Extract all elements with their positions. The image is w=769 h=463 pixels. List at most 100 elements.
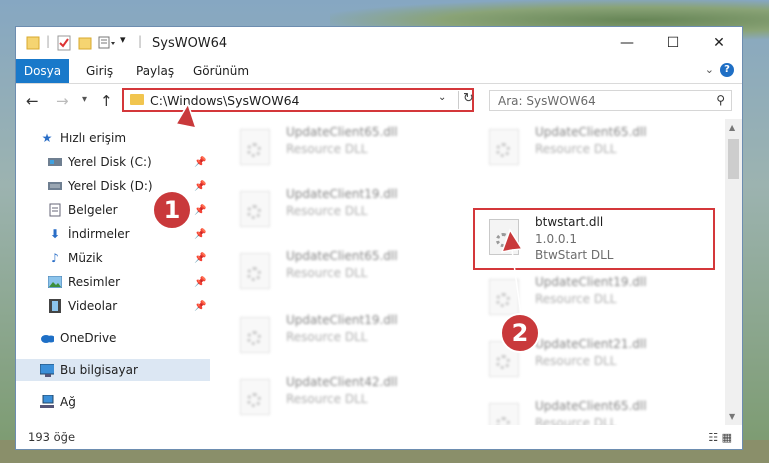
file-name: UpdateClient65.dll	[286, 125, 398, 139]
pictures-icon	[48, 275, 62, 289]
pin-icon[interactable]: 📌	[194, 229, 206, 240]
search-input[interactable]: Ara: SysWOW64	[498, 94, 596, 108]
documents-icon	[48, 203, 62, 217]
folder-icon	[26, 36, 40, 50]
pin-icon[interactable]: 📌	[194, 181, 206, 192]
dll-file-icon	[240, 129, 270, 165]
file-name: UpdateClient19.dll	[286, 187, 398, 201]
tab-file[interactable]: Dosya	[16, 59, 69, 83]
scrollbar-thumb[interactable]	[728, 139, 739, 179]
file-description: Resource DLL	[286, 392, 368, 406]
pin-icon[interactable]: 📌	[194, 301, 206, 312]
computer-icon	[40, 363, 54, 377]
highlight-box	[473, 208, 715, 270]
file-name: UpdateClient65.dll	[535, 125, 647, 139]
file-description: Resource DLL	[286, 204, 368, 218]
star-icon: ★	[41, 131, 53, 145]
file-description: Resource DLL	[286, 330, 368, 344]
maximize-button[interactable]: ☐	[650, 27, 696, 59]
vertical-scrollbar[interactable]: ▲ ▼	[725, 119, 742, 425]
sidebar-item-quick-access[interactable]: ★ Hızlı erişim	[16, 127, 210, 149]
file-description: Resource DLL	[535, 292, 617, 306]
file-description: Resource DLL	[535, 416, 617, 425]
minimize-button[interactable]: —	[604, 27, 650, 59]
dll-file-icon	[240, 317, 270, 353]
scroll-up-icon[interactable]: ▲	[729, 123, 735, 132]
dll-file-icon	[489, 279, 519, 315]
file-item[interactable]: UpdateClient65.dll Resource DLL	[226, 247, 452, 297]
tab-home[interactable]: Giriş	[86, 64, 113, 78]
toolbar-separator: |	[46, 34, 51, 48]
sidebar-item-label: Videolar	[68, 299, 118, 313]
tab-share[interactable]: Paylaş	[136, 64, 174, 78]
file-name: UpdateClient19.dll	[286, 313, 398, 327]
folder-icon	[130, 94, 144, 105]
step-badge-2: 2	[500, 313, 540, 353]
item-count: 193 öğe	[28, 430, 76, 444]
toolbar-separator: |	[138, 34, 143, 48]
title-bar: | ▾ | SysWOW64 — ☐ ✕	[16, 27, 742, 59]
sidebar-item-network[interactable]: Ağ	[16, 391, 210, 413]
file-item[interactable]: UpdateClient19.dll Resource DLL	[226, 311, 452, 361]
file-description: Resource DLL	[535, 354, 617, 368]
sidebar-item-onedrive[interactable]: OneDrive	[16, 327, 210, 349]
sidebar-item-label: Hızlı erişim	[60, 131, 127, 145]
file-name: UpdateClient21.dll	[535, 337, 647, 351]
sidebar-item-local-disk-c[interactable]: Yerel Disk (C:) 📌	[16, 151, 210, 173]
sidebar-item-music[interactable]: ♪ Müzik 📌	[16, 247, 210, 269]
pin-icon[interactable]: 📌	[194, 157, 206, 168]
new-folder-icon[interactable]	[78, 35, 92, 51]
tab-view[interactable]: Görünüm	[193, 64, 249, 78]
file-description: Resource DLL	[535, 142, 617, 156]
file-item[interactable]: UpdateClient42.dll Resource DLL	[226, 373, 452, 423]
video-icon	[48, 299, 62, 313]
dll-file-icon	[240, 379, 270, 415]
quick-access-dropdown-icon[interactable]: ▾	[120, 33, 126, 49]
sidebar-item-label: İndirmeler	[68, 227, 130, 241]
dll-file-icon	[240, 191, 270, 227]
sidebar-item-label: Bu bilgisayar	[60, 363, 138, 377]
sidebar-item-label: OneDrive	[60, 331, 117, 345]
music-icon: ♪	[51, 251, 59, 265]
cloud-icon	[40, 331, 54, 345]
sidebar-item-pictures[interactable]: Resimler 📌	[16, 271, 210, 293]
file-item[interactable]: UpdateClient65.dll Resource DLL	[475, 397, 701, 425]
pin-icon[interactable]: 📌	[194, 253, 206, 264]
dll-file-icon	[489, 129, 519, 165]
forward-arrow-icon[interactable]: →	[56, 92, 69, 110]
file-item[interactable]: UpdateClient65.dll Resource DLL	[226, 123, 452, 173]
drive-icon	[48, 155, 62, 169]
file-name: UpdateClient65.dll	[535, 399, 647, 413]
view-mode-icons[interactable]: ☷ ▦	[708, 431, 732, 444]
file-description: Resource DLL	[286, 142, 368, 156]
status-bar: 193 öğe ☷ ▦	[16, 425, 742, 449]
dll-file-icon	[489, 403, 519, 425]
file-item[interactable]: UpdateClient65.dll Resource DLL	[475, 123, 701, 173]
address-bar[interactable]: C:\Windows\SysWOW64 ⌄ ↻	[122, 88, 474, 112]
back-arrow-icon[interactable]: ←	[26, 92, 39, 110]
file-list: UpdateClient65.dll Resource DLL UpdateCl…	[221, 119, 724, 425]
download-icon: ⬇	[49, 227, 61, 241]
customize-toolbar-icon[interactable]	[98, 35, 116, 51]
pin-icon[interactable]: 📌	[194, 205, 206, 216]
explorer-window: | ▾ | SysWOW64 — ☐ ✕ Dosya Giriş Paylaş …	[15, 26, 743, 450]
search-box[interactable]: Ara: SysWOW64 ⚲	[489, 90, 732, 111]
scroll-down-icon[interactable]: ▼	[729, 412, 735, 421]
properties-icon[interactable]	[56, 35, 72, 51]
close-button[interactable]: ✕	[696, 27, 742, 59]
file-description: Resource DLL	[286, 266, 368, 280]
search-icon: ⚲	[716, 93, 725, 107]
drive-icon	[48, 179, 62, 193]
expand-ribbon-icon[interactable]: ⌄	[705, 63, 714, 76]
up-arrow-icon[interactable]: ↑	[100, 92, 113, 110]
file-item[interactable]: UpdateClient19.dll Resource DLL	[226, 185, 452, 235]
help-icon[interactable]: ?	[720, 63, 734, 77]
pin-icon[interactable]: 📌	[194, 277, 206, 288]
sidebar-item-videos[interactable]: Videolar 📌	[16, 295, 210, 317]
address-dropdown-icon[interactable]: ⌄	[438, 92, 446, 103]
sidebar-item-this-pc[interactable]: Bu bilgisayar	[16, 359, 210, 381]
navigation-pane: ★ Hızlı erişim Yerel Disk (C:) 📌 Yerel D…	[16, 119, 210, 425]
refresh-icon[interactable]: ↻	[458, 91, 474, 109]
recent-locations-icon[interactable]: ▾	[82, 94, 87, 105]
file-name: UpdateClient65.dll	[286, 249, 398, 263]
